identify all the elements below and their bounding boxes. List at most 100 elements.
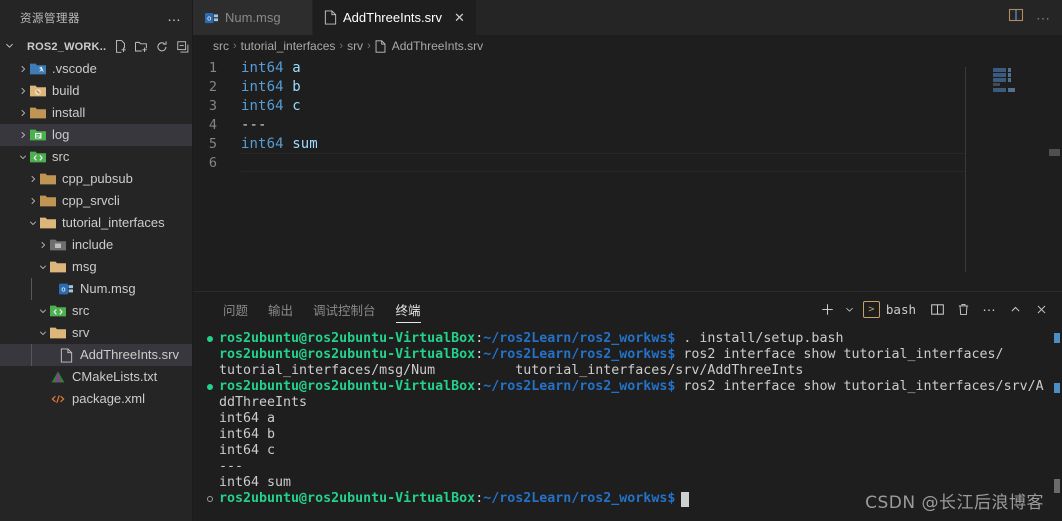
line-number: 1	[208, 59, 217, 76]
tree-item-tutorial-interfaces[interactable]: tutorial_interfaces	[0, 212, 192, 234]
tree-item-install[interactable]: install	[0, 102, 192, 124]
terminal-line: ddThreeInts	[207, 395, 1062, 411]
new-terminal-icon[interactable]	[817, 299, 839, 321]
folder-open	[39, 216, 57, 230]
breadcrumb-item[interactable]: srv	[347, 39, 363, 53]
code-editor[interactable]: 1 int64 a 2 int64 b 3 int64 c 4 --- 5 int64 sum 6	[193, 57, 1062, 291]
document-icon	[375, 39, 386, 53]
chevron-down-icon[interactable]	[36, 256, 49, 278]
terminal-command: ros2 interface show tutorial_interfaces/…	[675, 379, 1044, 394]
chevron-right-icon[interactable]	[36, 234, 49, 256]
refresh-icon[interactable]	[153, 38, 171, 56]
chevron-right-icon[interactable]	[16, 80, 29, 102]
editor-tab-label: AddThreeInts.srv	[343, 10, 442, 25]
code-line[interactable]: 3 int64 c	[193, 96, 1062, 115]
minimap-slider[interactable]	[965, 67, 1048, 272]
editor-tab-bar: o Num.msg AddThreeInts.srv ✕ ⋯	[193, 0, 1062, 35]
breadcrumb-item[interactable]: AddThreeInts.srv	[392, 39, 483, 53]
tree-item-src[interactable]: src	[0, 146, 192, 168]
chevron-down-icon[interactable]	[16, 146, 29, 168]
new-terminal-dropdown-icon[interactable]	[843, 299, 857, 321]
project-root-row[interactable]: ROS2_WORK...	[0, 35, 192, 58]
chevron-right-icon[interactable]	[26, 168, 39, 190]
code-line[interactable]: 2 int64 b	[193, 77, 1062, 96]
panel-more-actions-icon[interactable]: …	[978, 299, 1000, 321]
explorer-more-icon[interactable]: …	[167, 9, 182, 24]
chevron-down-icon[interactable]	[36, 300, 49, 322]
msg-file-icon: o	[57, 282, 75, 296]
active-shell-chip[interactable]: > bash	[861, 301, 922, 318]
terminal-line: int64 a	[207, 411, 1062, 427]
terminal-line: ros2ubuntu@ros2ubuntu-VirtualBox: ~/ros2L…	[207, 491, 1062, 507]
editor-scrollbar[interactable]	[1048, 57, 1062, 291]
terminal-prompt-colon: :	[475, 379, 484, 394]
new-file-icon[interactable]	[111, 38, 129, 56]
tree-item-srv[interactable]: srv	[0, 322, 192, 344]
panel-tab-1[interactable]: 输出	[258, 292, 303, 327]
tree-item-addthreeints-srv[interactable]: AddThreeInts.srv	[0, 344, 192, 366]
tree-item-package-xml[interactable]: package.xml	[0, 388, 192, 410]
split-editor-icon[interactable]	[1008, 7, 1024, 28]
tree-item-label: tutorial_interfaces	[62, 215, 165, 230]
editor-more-actions-icon[interactable]: ⋯	[1036, 11, 1050, 25]
tree-item-cpp-srvcli[interactable]: cpp_srvcli	[0, 190, 192, 212]
close-panel-icon[interactable]	[1030, 299, 1052, 321]
editor-tab-addthreeints-srv[interactable]: AddThreeInts.srv ✕	[313, 0, 477, 35]
minimap[interactable]	[965, 57, 1048, 291]
cmake-icon	[49, 370, 67, 384]
breadcrumb[interactable]: src › tutorial_interfaces › srv › AddThreeInts…	[193, 35, 1062, 57]
terminal-line: ros2ubuntu@ros2ubuntu-VirtualBox: ~/ros2L…	[207, 347, 1062, 363]
chevron-down-icon[interactable]	[4, 38, 24, 56]
chevron-right-icon[interactable]	[16, 124, 29, 146]
file-tree[interactable]: .vscode build install log src cpp_pubsub cpp_s…	[0, 58, 192, 521]
editor-scrollbar-thumb[interactable]	[1049, 149, 1060, 156]
panel-tab-3[interactable]: 终端	[386, 292, 431, 327]
terminal-scrollbar[interactable]	[1051, 327, 1061, 521]
tree-item-include[interactable]: include	[0, 234, 192, 256]
terminal-prompt-path: ~/ros2Learn/ros2_workws	[483, 331, 668, 346]
command-success-icon	[207, 384, 219, 390]
tree-item-log[interactable]: log	[0, 124, 192, 146]
chevron-down-icon[interactable]	[36, 322, 49, 344]
terminal-output-text: int64 a	[219, 411, 276, 426]
tree-item-cmakelists-txt[interactable]: CMakeLists.txt	[0, 366, 192, 388]
tree-item-build[interactable]: build	[0, 80, 192, 102]
code-line[interactable]: 4 ---	[193, 115, 1062, 134]
tree-item-msg[interactable]: msg	[0, 256, 192, 278]
terminal-line: int64 c	[207, 443, 1062, 459]
shell-name: bash	[885, 302, 916, 317]
tree-item--vscode[interactable]: .vscode	[0, 58, 192, 80]
code-line[interactable]: 5 int64 sum	[193, 134, 1062, 153]
code-token: c	[292, 97, 301, 114]
tree-item-label: log	[52, 127, 70, 142]
new-folder-icon[interactable]	[132, 38, 150, 56]
code-line[interactable]: 1 int64 a	[193, 58, 1062, 77]
maximize-panel-icon[interactable]	[1004, 299, 1026, 321]
terminal-prompt-dollar: $	[667, 491, 676, 506]
tree-item-label: cpp_srvcli	[62, 193, 120, 208]
editor-tab-num-msg[interactable]: o Num.msg	[193, 0, 313, 35]
panel-tab-2[interactable]: 调试控制台	[303, 292, 386, 327]
breadcrumb-item[interactable]: tutorial_interfaces	[241, 39, 336, 53]
indent-guide	[31, 344, 32, 366]
trash-icon[interactable]	[952, 299, 974, 321]
breadcrumb-item[interactable]: src	[213, 39, 229, 53]
tree-item-num-msg[interactable]: o Num.msg	[0, 278, 192, 300]
chevron-right-icon[interactable]	[16, 58, 29, 80]
chevron-right-icon[interactable]	[26, 190, 39, 212]
terminal-prompt-colon: :	[475, 491, 484, 506]
panel-tab-0[interactable]: 问题	[213, 292, 258, 327]
close-tab-icon[interactable]: ✕	[454, 11, 465, 24]
terminal-prompt-user: ros2ubuntu@ros2ubuntu-VirtualBox	[219, 331, 476, 346]
chevron-down-icon[interactable]	[26, 212, 39, 234]
panel-tabs[interactable]: 问题 输出 调试控制台 终端	[213, 292, 431, 327]
tree-item-cpp-pubsub[interactable]: cpp_pubsub	[0, 168, 192, 190]
tree-item-src[interactable]: src	[0, 300, 192, 322]
terminal-output[interactable]: ros2ubuntu@ros2ubuntu-VirtualBox: ~/ros2L…	[193, 327, 1062, 521]
terminal-scrollbar-thumb[interactable]	[1054, 479, 1060, 493]
split-terminal-icon[interactable]	[926, 299, 948, 321]
terminal-line: ros2ubuntu@ros2ubuntu-VirtualBox: ~/ros2L…	[207, 331, 1062, 347]
svg-text:o: o	[207, 14, 211, 22]
collapse-all-icon[interactable]	[174, 38, 192, 56]
chevron-right-icon[interactable]	[16, 102, 29, 124]
